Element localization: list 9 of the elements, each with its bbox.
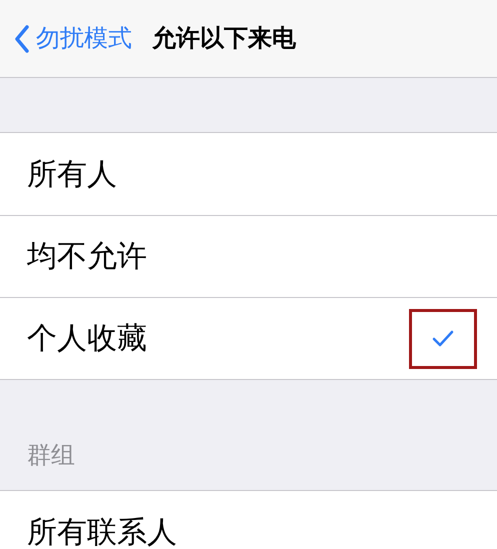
option-row[interactable]: 均不允许 (0, 215, 497, 297)
option-row[interactable]: 个人收藏 (0, 297, 497, 379)
back-button[interactable]: 勿扰模式 (14, 20, 132, 56)
page-title: 允许以下来电 (152, 24, 296, 54)
option-row[interactable]: 所有人 (0, 133, 497, 215)
checkmark-icon (432, 330, 454, 347)
section-header: 群组 (27, 441, 75, 471)
back-chevron-icon (14, 24, 30, 52)
group-row[interactable]: 所有联系人 (0, 491, 497, 549)
